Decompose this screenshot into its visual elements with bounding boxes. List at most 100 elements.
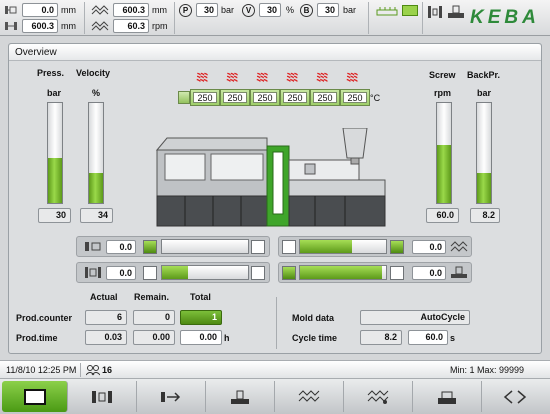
heater-zone-4[interactable]: 250 xyxy=(280,89,310,106)
backpressure-value: 8.2 xyxy=(470,208,500,223)
mold-open-icon xyxy=(4,4,18,16)
velocity-v-icon: V xyxy=(242,4,255,17)
injection-forward-button[interactable] xyxy=(390,240,404,254)
injection-control-value: 0.0 xyxy=(412,240,446,254)
heat-indicator-icon: ﾐﾐﾐ xyxy=(226,72,238,84)
nozzle-forward-button[interactable] xyxy=(390,266,404,280)
prod-counter-total[interactable]: 1 xyxy=(180,310,222,325)
ejector-nav-button[interactable] xyxy=(137,381,206,412)
heater-zone-5-value: 250 xyxy=(313,92,337,103)
bottom-nav-bar xyxy=(0,379,550,414)
screw-bar-fill xyxy=(437,145,451,203)
heater-zone-6-value: 250 xyxy=(343,92,367,103)
status-bar: 11/8/10 12:25 PM 16 Min: 1 Max: 99999 xyxy=(0,360,550,379)
plasticizing-nav-button[interactable] xyxy=(344,381,413,412)
heater-zone-2[interactable]: 250 xyxy=(220,89,250,106)
ejector-progress-bar xyxy=(161,265,249,280)
col-remain: Remain. xyxy=(134,292,170,302)
prod-time-actual: 0.03 xyxy=(85,330,127,345)
ejector-forward-button[interactable] xyxy=(251,266,265,280)
screw-position-value: 600.3 xyxy=(113,3,149,17)
heat-indicator-icon: ﾐﾐﾐ xyxy=(196,72,208,84)
aggregate-nav-button[interactable] xyxy=(413,381,482,412)
mold-stroke-value: 600.3 xyxy=(22,19,58,33)
mold-open-button[interactable] xyxy=(251,240,265,254)
arrows-left-right-icon xyxy=(503,389,527,404)
nozzle-progress-fill xyxy=(300,266,382,279)
prod-time-label: Prod.time xyxy=(16,333,58,343)
backpressure-bar-fill xyxy=(477,173,491,203)
mold-control-value: 0.0 xyxy=(106,240,136,254)
mold-nav-button[interactable] xyxy=(68,381,137,412)
heater-zone-3-value: 250 xyxy=(253,92,277,103)
pressure-b-icon: B xyxy=(300,4,313,17)
mold-stroke-unit: mm xyxy=(61,21,76,31)
backpressure-bar xyxy=(476,102,492,204)
mold-data-label: Mold data xyxy=(292,313,334,323)
screw-unit: rpm xyxy=(434,88,452,98)
heat-indicator-icon: ﾐﾐﾐ xyxy=(346,72,358,84)
prod-time-remain: 0.00 xyxy=(133,330,175,345)
injection-back-button[interactable] xyxy=(282,240,296,254)
col-actual: Actual xyxy=(90,292,118,302)
injection-nav-button[interactable] xyxy=(275,381,344,412)
mold-progress-bar xyxy=(161,239,249,254)
nozzle-control-value: 0.0 xyxy=(412,266,446,280)
heater-zone-1-value: 250 xyxy=(193,92,217,103)
nozzle-progress-bar xyxy=(299,265,387,280)
screw-label: Screw xyxy=(429,70,456,80)
overview-nav-button[interactable] xyxy=(2,381,68,412)
heater-zone-6[interactable]: 250 xyxy=(340,89,370,106)
ejector-nav-icon xyxy=(161,391,181,402)
mold-status-icon xyxy=(427,5,443,19)
overview-icon xyxy=(23,388,46,405)
prod-counter-actual: 6 xyxy=(85,310,127,325)
heater-zone-3[interactable]: 250 xyxy=(250,89,280,106)
pressure-p-value: 30 xyxy=(196,3,218,17)
heater-zone-1[interactable]: 250 xyxy=(190,89,220,106)
heat-indicator-icon: ﾐﾐﾐ xyxy=(256,72,268,84)
ejector-back-button[interactable] xyxy=(143,266,157,280)
user-count: 16 xyxy=(102,365,113,375)
mold-close-button[interactable] xyxy=(143,240,157,254)
mold-position-unit: mm xyxy=(61,5,76,15)
machine-illustration xyxy=(155,128,386,227)
heater-status-icon xyxy=(376,6,398,16)
nozzle-icon xyxy=(450,266,468,279)
velocity-value: 34 xyxy=(80,208,113,223)
ejector-status-icon xyxy=(447,5,465,19)
mold-data-value[interactable]: AutoCycle xyxy=(360,310,470,325)
heat-indicator-icon: ﾐﾐﾐ xyxy=(316,72,328,84)
velocity-v-unit: % xyxy=(286,5,295,15)
datetime: 11/8/10 12:25 PM xyxy=(6,365,77,375)
heat-indicator-icon: ﾐﾐﾐ xyxy=(286,72,298,84)
heater-zone-4-value: 250 xyxy=(283,92,307,103)
motor-status-icon xyxy=(402,5,418,16)
cycle-time-set[interactable]: 60.0 xyxy=(408,330,448,345)
pressure-value: 30 xyxy=(38,208,71,223)
page-switch-button[interactable] xyxy=(482,381,548,412)
screw-value: 60.0 xyxy=(426,208,459,223)
pressure-unit: bar xyxy=(47,88,62,98)
prod-time-unit: h xyxy=(224,333,230,343)
overview-title: Overview xyxy=(15,47,57,58)
mold-stroke-icon xyxy=(4,20,18,32)
pressure-bar xyxy=(47,102,63,204)
velocity-unit: % xyxy=(92,88,101,98)
pressure-p-unit: bar xyxy=(221,5,235,15)
heater-zone-5[interactable]: 250 xyxy=(310,89,340,106)
pressure-b-value: 30 xyxy=(317,3,339,17)
prod-time-total[interactable]: 0.00 xyxy=(180,330,222,345)
mold-close-icon xyxy=(84,240,102,253)
ejector-control-value: 0.0 xyxy=(106,266,136,280)
cycle-time-label: Cycle time xyxy=(292,333,338,343)
min-max: Min: 1 Max: 99999 xyxy=(450,365,525,375)
nozzle-nav-button[interactable] xyxy=(206,381,275,412)
injection-progress-bar xyxy=(299,239,387,254)
heater-zone-2-value: 250 xyxy=(223,92,247,103)
nozzle-tip xyxy=(178,91,190,104)
nozzle-back-button[interactable] xyxy=(282,266,296,280)
top-status-bar: 0.0 mm 600.3 mm 600.3 mm 60.3 rpm P 30 b… xyxy=(0,0,550,36)
injection-progress-fill xyxy=(300,240,352,253)
overview-header: Overview xyxy=(9,44,541,61)
